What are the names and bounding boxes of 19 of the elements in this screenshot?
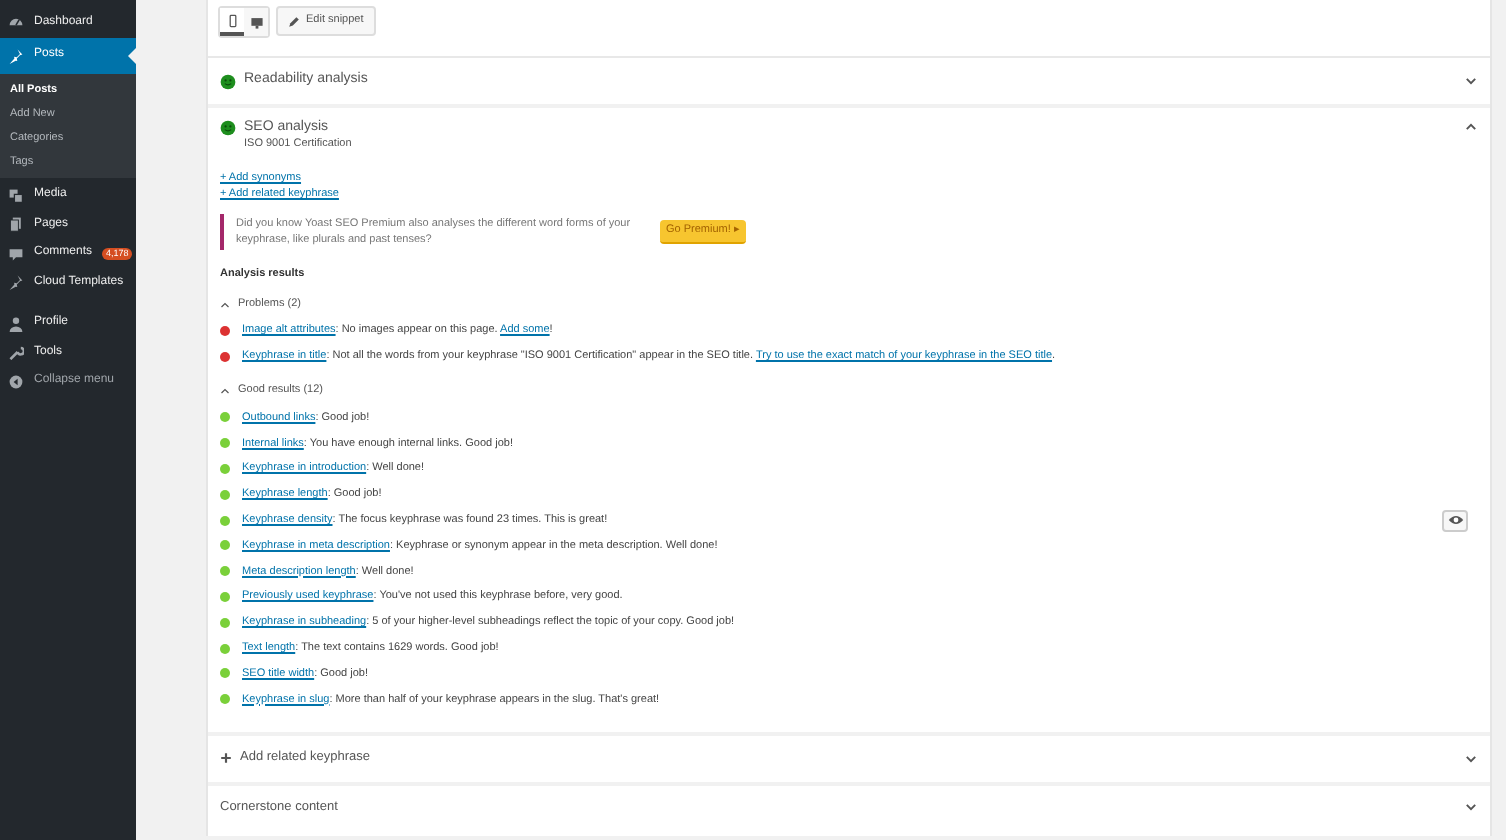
gauge-icon xyxy=(8,14,24,31)
collapse-icon xyxy=(8,373,24,390)
smiley-icon xyxy=(220,120,236,136)
eye-icon xyxy=(1447,512,1463,529)
pin-icon xyxy=(8,47,24,63)
pin-icon xyxy=(8,274,24,291)
desktop-preview-button[interactable] xyxy=(244,8,268,36)
eye-button[interactable] xyxy=(1442,509,1468,532)
smiley-icon xyxy=(220,73,236,89)
pages-icon xyxy=(8,216,24,233)
media-icon xyxy=(8,187,24,204)
plus-icon xyxy=(220,752,232,765)
phone-icon xyxy=(225,13,239,27)
wrench-icon xyxy=(8,344,24,361)
speech-bubble-icon xyxy=(8,245,24,262)
pencil-icon xyxy=(288,15,300,27)
monitor-icon xyxy=(249,15,263,29)
person-icon xyxy=(8,315,24,332)
mobile-preview-button[interactable] xyxy=(220,8,244,36)
